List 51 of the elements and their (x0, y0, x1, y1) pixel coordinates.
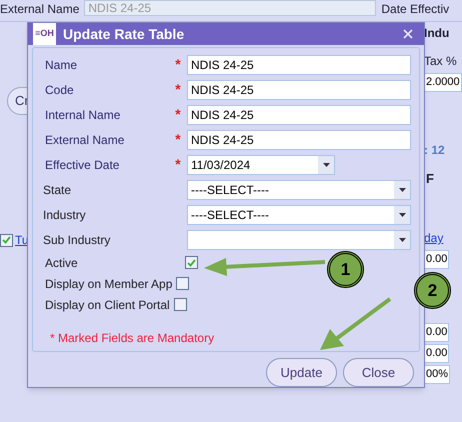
dropdown-caret-icon (398, 238, 406, 242)
field-label: External Name (44, 132, 126, 148)
field-label: External Name (0, 1, 80, 18)
field-label: Industry (42, 206, 87, 224)
field-label: Code (44, 82, 75, 98)
step-badge: 2 (414, 272, 451, 309)
field-label: Name (44, 56, 78, 74)
dropdown-caret-icon (398, 212, 406, 216)
app-logo: ≡OH (33, 23, 56, 45)
select-field[interactable] (187, 230, 411, 250)
value-field[interactable]: 2.0000 (424, 73, 462, 92)
mandatory-note: * Marked Fields are Mandatory (49, 330, 216, 347)
value-field[interactable]: 00% (424, 365, 450, 384)
text-field[interactable]: NDIS 24-25 (187, 54, 411, 74)
checkbox[interactable] (0, 234, 13, 246)
required-asterisk: * (175, 80, 181, 99)
dialog-title: Update Rate Table (63, 24, 186, 44)
field-label: Display on Client Portal (44, 296, 170, 314)
field-label: Internal Name (44, 106, 122, 124)
column-header: Indu (424, 25, 450, 42)
value-field[interactable]: 0.00 (424, 250, 450, 269)
field-label: Date Effectiv (381, 1, 450, 18)
value-field[interactable]: 0.00 (424, 344, 450, 363)
field-label: Active (44, 254, 79, 272)
select-field[interactable]: ----SELECT---- (187, 204, 411, 224)
day-link[interactable]: day (424, 225, 462, 249)
dropdown-caret-icon (398, 188, 406, 192)
checkbox[interactable] (174, 298, 187, 311)
close-icon[interactable] (403, 29, 413, 39)
close-button[interactable]: Close (343, 358, 414, 387)
field-label: Effective Date (44, 156, 120, 174)
text-field[interactable]: NDIS 24-25 (187, 130, 411, 150)
required-asterisk: * (175, 155, 181, 174)
dropdown-caret-icon (322, 162, 330, 166)
count-label: : 12 (424, 142, 446, 159)
date-field[interactable]: 11/03/2024 (187, 154, 335, 174)
field-label: Display on Member App (44, 276, 172, 292)
checkbox[interactable] (185, 256, 198, 269)
checkbox[interactable] (176, 277, 190, 290)
value-field[interactable]: 0.00 (424, 323, 450, 342)
required-asterisk: * (175, 105, 181, 124)
column-label: Tax % (424, 53, 458, 70)
field-label: State (42, 182, 72, 198)
filter-label: F (425, 170, 435, 188)
required-asterisk: * (175, 130, 181, 149)
select-field[interactable]: ----SELECT---- (187, 180, 411, 200)
required-asterisk: * (175, 55, 181, 74)
text-field[interactable]: NDIS 24-25 (187, 104, 411, 124)
text-field[interactable]: NDIS 24-25 (187, 80, 411, 100)
update-button[interactable]: Update (266, 358, 337, 387)
field-label: Sub Industry (42, 232, 112, 248)
